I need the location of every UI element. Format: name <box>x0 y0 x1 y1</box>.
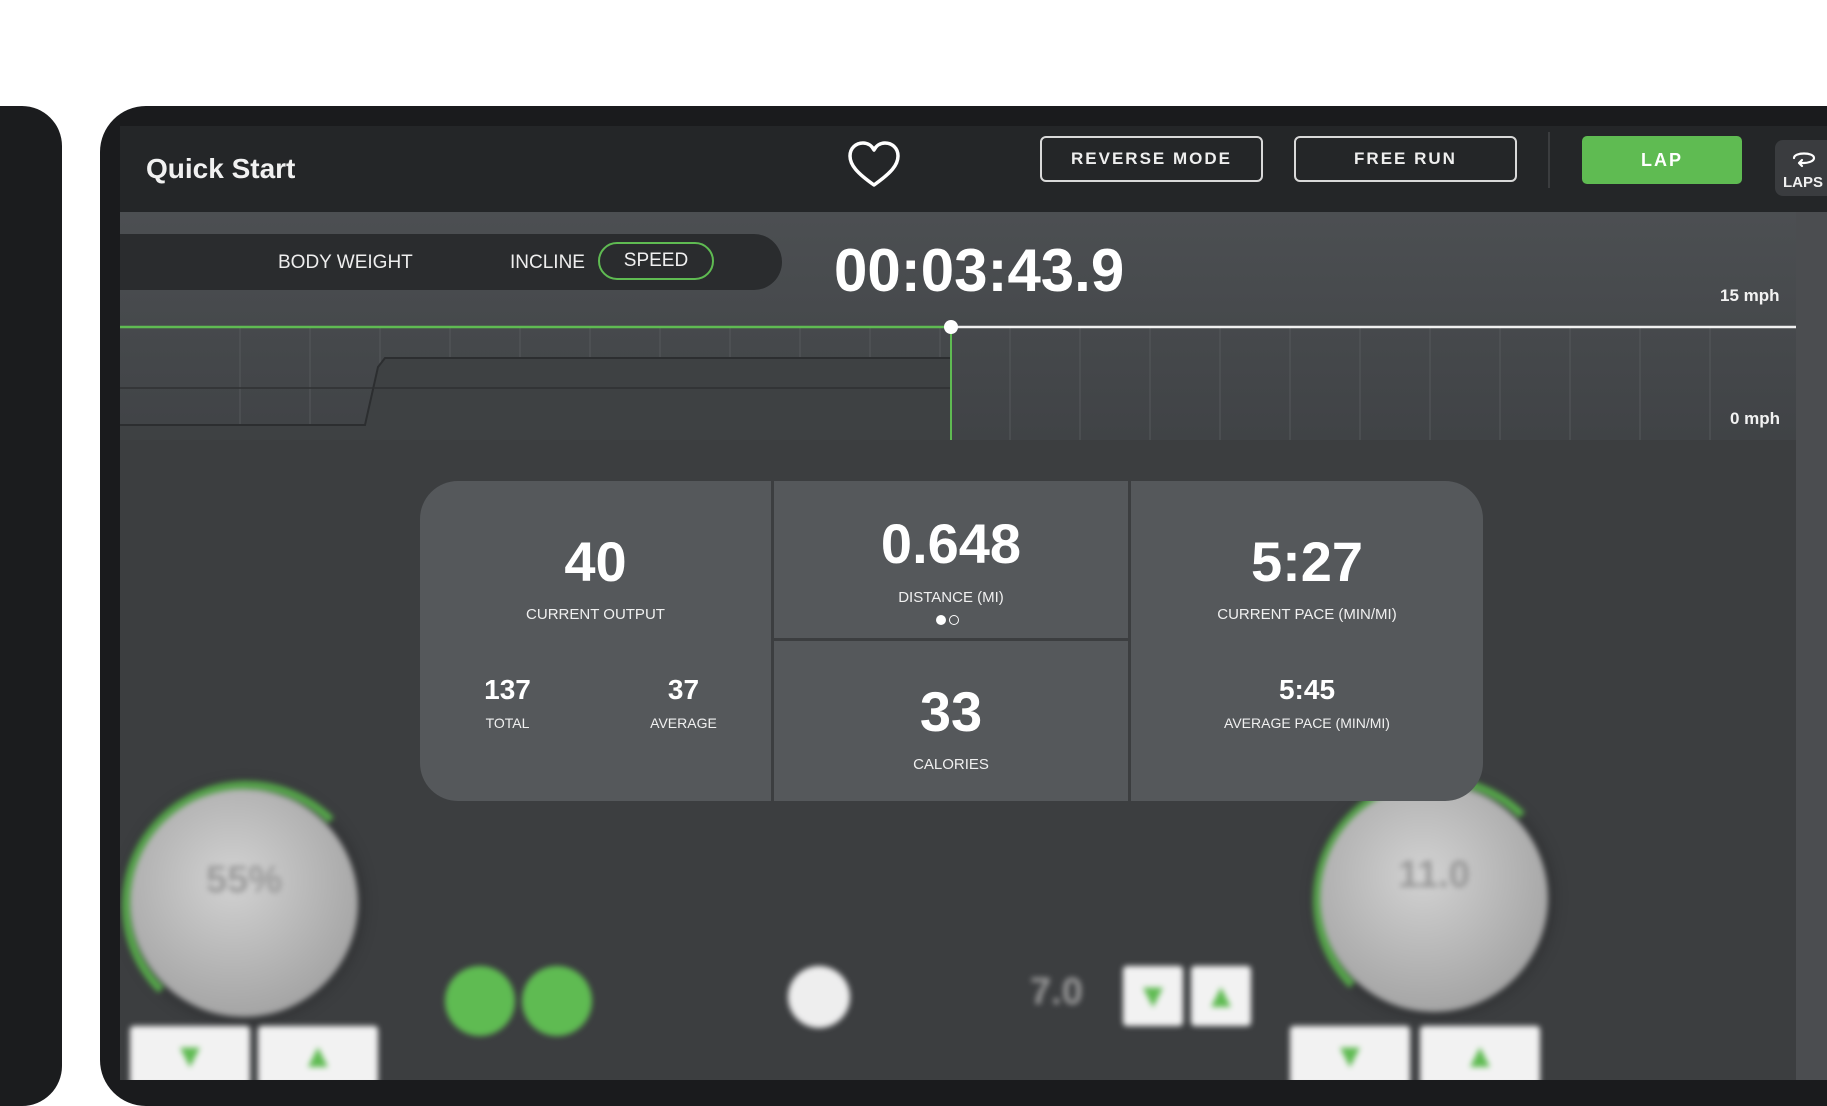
left-knob[interactable]: 55% <box>130 789 358 1017</box>
laps-label: LAPS <box>1783 174 1824 191</box>
current-pace-label: CURRENT PACE (MIN/MI) <box>1217 606 1397 623</box>
graph-scale-min: 0 mph <box>1730 409 1781 428</box>
left-up-button[interactable]: ▲ <box>258 1026 378 1080</box>
elapsed-timer: 00:03:43.9 <box>834 237 1125 304</box>
total-value: 137 <box>484 674 531 705</box>
page-title: Quick Start <box>146 153 296 184</box>
right-scroll-strip <box>1796 212 1827 1080</box>
settings-button[interactable] <box>788 966 850 1028</box>
heart-icon[interactable] <box>845 138 903 192</box>
left-knob-value: 55% <box>205 859 283 901</box>
right-knob[interactable]: 11.0 <box>1320 784 1548 1012</box>
adjacent-device-frame <box>0 106 62 1106</box>
incline-up-button[interactable]: ▲ <box>1191 966 1251 1026</box>
stop-button[interactable] <box>522 966 592 1036</box>
laps-tab[interactable]: LAPS <box>1775 140 1827 196</box>
page-dot-active <box>936 615 946 625</box>
graph-mode-tabs: BODY WEIGHT INCLINE SPEED <box>120 234 782 290</box>
average-value: 37 <box>667 674 700 705</box>
pause-button[interactable] <box>445 966 515 1036</box>
tab-body-weight[interactable]: BODY WEIGHT <box>278 252 413 274</box>
card-divider <box>774 638 1128 641</box>
laps-loop-icon <box>1792 152 1816 168</box>
reverse-mode-button[interactable]: REVERSE MODE <box>1040 136 1263 182</box>
average-label: AVERAGE <box>650 715 717 731</box>
metrics-card: 40 CURRENT OUTPUT 137 TOTAL 37 AVERAGE 0… <box>420 481 1483 801</box>
top-bar: Quick Start REVERSE MODE FREE RUN LAP LA… <box>120 126 1827 212</box>
calories-label: CALORIES <box>913 756 989 773</box>
header-divider <box>1548 132 1550 188</box>
left-down-button[interactable]: ▼ <box>130 1026 250 1080</box>
page-indicator[interactable] <box>936 612 962 630</box>
calories-value: 33 <box>919 680 983 743</box>
average-pace-label: AVERAGE PACE (MIN/MI) <box>1224 715 1390 731</box>
right-down-button[interactable]: ▼ <box>1290 1026 1410 1080</box>
graph-scale-max: 15 mph <box>1720 286 1780 305</box>
page-dot <box>949 615 959 625</box>
free-run-button[interactable]: FREE RUN <box>1294 136 1517 182</box>
incline-value: 7.0 <box>1030 971 1083 1013</box>
tab-speed[interactable]: SPEED <box>598 242 714 280</box>
tab-incline[interactable]: INCLINE <box>510 252 585 274</box>
distance-label: DISTANCE (MI) <box>898 589 1004 606</box>
current-pace-value: 5:27 <box>1250 530 1364 593</box>
incline-down-button[interactable]: ▼ <box>1123 966 1183 1026</box>
average-pace-value: 5:45 <box>1278 674 1336 705</box>
screen: 55% ▼ ▲ 7.0 ▼ ▲ 11.0 ▼ ▲ Quick Start REV… <box>120 126 1827 1080</box>
right-knob-value: 11.0 <box>1398 854 1470 896</box>
distance-value: 0.648 <box>880 512 1022 575</box>
right-up-button[interactable]: ▲ <box>1420 1026 1540 1080</box>
current-output-label: CURRENT OUTPUT <box>526 606 665 623</box>
total-label: TOTAL <box>485 715 530 731</box>
current-output-value: 40 <box>564 530 627 593</box>
lap-button[interactable]: LAP <box>1582 136 1742 184</box>
